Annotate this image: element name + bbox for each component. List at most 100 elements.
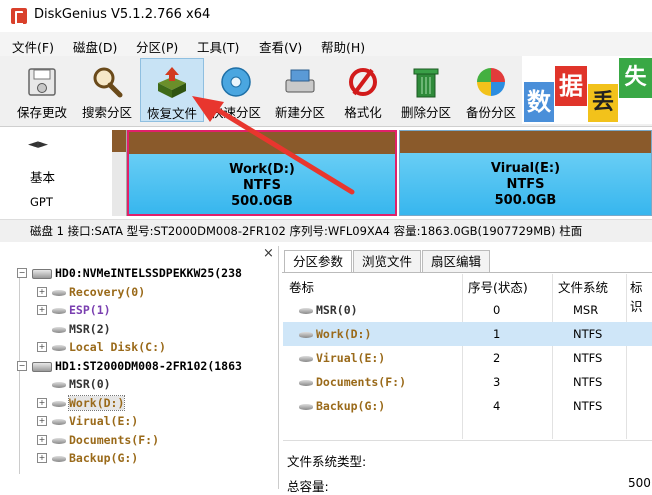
tree-item-label: Backup(G:)	[69, 451, 139, 465]
menu-file[interactable]: 文件(F)	[12, 37, 54, 56]
row-filesystem: NTFS	[573, 351, 603, 365]
tree-expander[interactable]: +	[37, 287, 47, 297]
tab-sector-edit[interactable]: 扇区编辑	[422, 250, 490, 272]
tree-partition-item[interactable]: Recovery(0)	[52, 285, 145, 299]
row-label: Virual(E:)	[299, 351, 385, 365]
volume-icon	[52, 400, 66, 407]
tree-item-label: MSR(2)	[69, 322, 111, 336]
table-row[interactable]: Work(D:) 1 NTFS	[283, 322, 652, 346]
window-title: DiskGenius V5.1.2.766 x64	[34, 7, 211, 22]
tree-partition-item[interactable]: Documents(F:)	[52, 433, 159, 447]
volume-icon	[52, 418, 66, 425]
volume-icon	[52, 289, 66, 296]
partition-style-label: GPT	[30, 195, 53, 209]
tree-disk-item[interactable]: HD0:NVMeINTELSSDPEKKW25(238	[32, 266, 242, 280]
tree-expander[interactable]: +	[37, 416, 47, 426]
col-header-index[interactable]: 序号(状态)	[468, 277, 528, 296]
tree-expander[interactable]: +	[37, 305, 47, 315]
volume-icon	[52, 344, 66, 351]
row-index: 4	[493, 399, 501, 413]
partition-block-virual[interactable]: Virual(E:) NTFS 500.0GB	[399, 130, 652, 216]
promo-char: 丢	[588, 84, 618, 122]
annotation-arrow	[192, 96, 355, 195]
magnifier-icon	[93, 67, 123, 98]
tree-item-label: Local Disk(C:)	[69, 340, 166, 354]
table-row[interactable]: MSR(0) 0 MSR	[283, 298, 652, 322]
tree-expander[interactable]: −	[17, 361, 27, 371]
disk-side-panel: ◄► 基本 GPT	[0, 127, 113, 221]
tree-partition-item[interactable]: MSR(0)	[52, 377, 111, 391]
tree-partition-item[interactable]: Local Disk(C:)	[52, 340, 166, 354]
table-row[interactable]: Virual(E:) 2 NTFS	[283, 346, 652, 370]
search-partition-button[interactable]: 搜索分区	[76, 58, 138, 122]
volume-icon	[299, 355, 313, 362]
row-filesystem: NTFS	[573, 327, 603, 341]
tree-item-label: HD1:ST2000DM008-2FR102(1863	[55, 359, 242, 373]
tree-item-label: ESP(1)	[69, 303, 111, 317]
promo-char: 据	[555, 66, 587, 106]
volume-icon	[299, 331, 313, 338]
menu-partition[interactable]: 分区(P)	[136, 37, 178, 56]
table-row[interactable]: Documents(F:) 3 NTFS	[283, 370, 652, 394]
hard-disk-icon	[32, 361, 52, 372]
tree-item-label: Work(D:)	[67, 395, 126, 411]
col-header-fs[interactable]: 文件系统	[558, 277, 608, 296]
disk-info-text: 磁盘 1 接口:SATA 型号:ST2000DM008-2FR102 序列号:W…	[30, 224, 583, 238]
menu-tools[interactable]: 工具(T)	[197, 37, 239, 56]
tree-expander[interactable]: +	[37, 398, 47, 408]
row-filesystem: NTFS	[573, 399, 603, 413]
tree-partition-item[interactable]: Virual(E:)	[52, 414, 138, 428]
backup-pie-icon	[477, 68, 505, 96]
row-index: 3	[493, 375, 501, 389]
tree-partition-item[interactable]: Work(D:)	[52, 395, 126, 411]
tree-item-label: Virual(E:)	[69, 414, 139, 428]
promo-char: 失	[619, 58, 652, 98]
volume-icon	[52, 307, 66, 314]
save-changes-button[interactable]: 保存更改	[10, 58, 74, 122]
col-header-label[interactable]: 卷标	[289, 277, 314, 296]
volume-icon	[52, 437, 66, 444]
msr-partition-block[interactable]	[112, 130, 127, 216]
row-index: 2	[493, 351, 501, 365]
tree-partition-item[interactable]: MSR(2)	[52, 322, 111, 336]
tree-expander[interactable]: +	[37, 435, 47, 445]
tree-partition-item[interactable]: ESP(1)	[52, 303, 111, 317]
menu-view[interactable]: 查看(V)	[259, 37, 302, 56]
row-index: 1	[493, 327, 501, 341]
promo-banner[interactable]: 数 据 丢 失	[522, 56, 652, 124]
volume-icon	[52, 381, 66, 388]
tree-partition-item[interactable]: Backup(G:)	[52, 451, 138, 465]
tree-expander[interactable]: +	[37, 453, 47, 463]
volume-icon	[299, 379, 313, 386]
row-label: Backup(G:)	[299, 399, 385, 413]
tree-expander[interactable]: +	[37, 342, 47, 352]
fs-type-label: 文件系统类型:	[287, 454, 367, 469]
volume-icon	[52, 455, 66, 462]
menu-disk[interactable]: 磁盘(D)	[73, 37, 117, 56]
tab-partition-params[interactable]: 分区参数	[284, 250, 352, 272]
volume-icon	[52, 326, 66, 333]
promo-char: 数	[524, 82, 554, 122]
tree-disk-item[interactable]: HD1:ST2000DM008-2FR102(1863	[32, 359, 242, 373]
row-filesystem: MSR	[573, 303, 599, 317]
tab-browse-files[interactable]: 浏览文件	[353, 250, 421, 272]
delete-partition-button[interactable]: 删除分区	[394, 58, 458, 122]
close-icon[interactable]: ×	[263, 246, 274, 261]
table-row[interactable]: Backup(G:) 4 NTFS	[283, 394, 652, 418]
menu-help[interactable]: 帮助(H)	[321, 37, 365, 56]
tree-item-label: Documents(F:)	[69, 433, 160, 447]
disk-nav-arrows[interactable]: ◄►	[28, 137, 48, 152]
trash-can-icon	[413, 68, 439, 98]
save-icon	[28, 68, 56, 96]
disk-info-bar: 磁盘 1 接口:SATA 型号:ST2000DM008-2FR102 序列号:W…	[0, 219, 652, 242]
backup-partition-button[interactable]: 备份分区	[460, 58, 522, 122]
title-bar: DiskGenius V5.1.2.766 x64	[0, 0, 652, 32]
tree-item-label: MSR(0)	[69, 377, 111, 391]
row-label: MSR(0)	[299, 303, 358, 317]
tree-item-label: Recovery(0)	[69, 285, 146, 299]
tree-expander[interactable]: −	[17, 268, 27, 278]
tree-item-label: HD0:NVMeINTELSSDPEKKW25(238	[55, 266, 242, 280]
volume-icon	[299, 307, 313, 314]
volume-icon	[299, 403, 313, 410]
row-label-text: Work(D:)	[316, 327, 372, 341]
